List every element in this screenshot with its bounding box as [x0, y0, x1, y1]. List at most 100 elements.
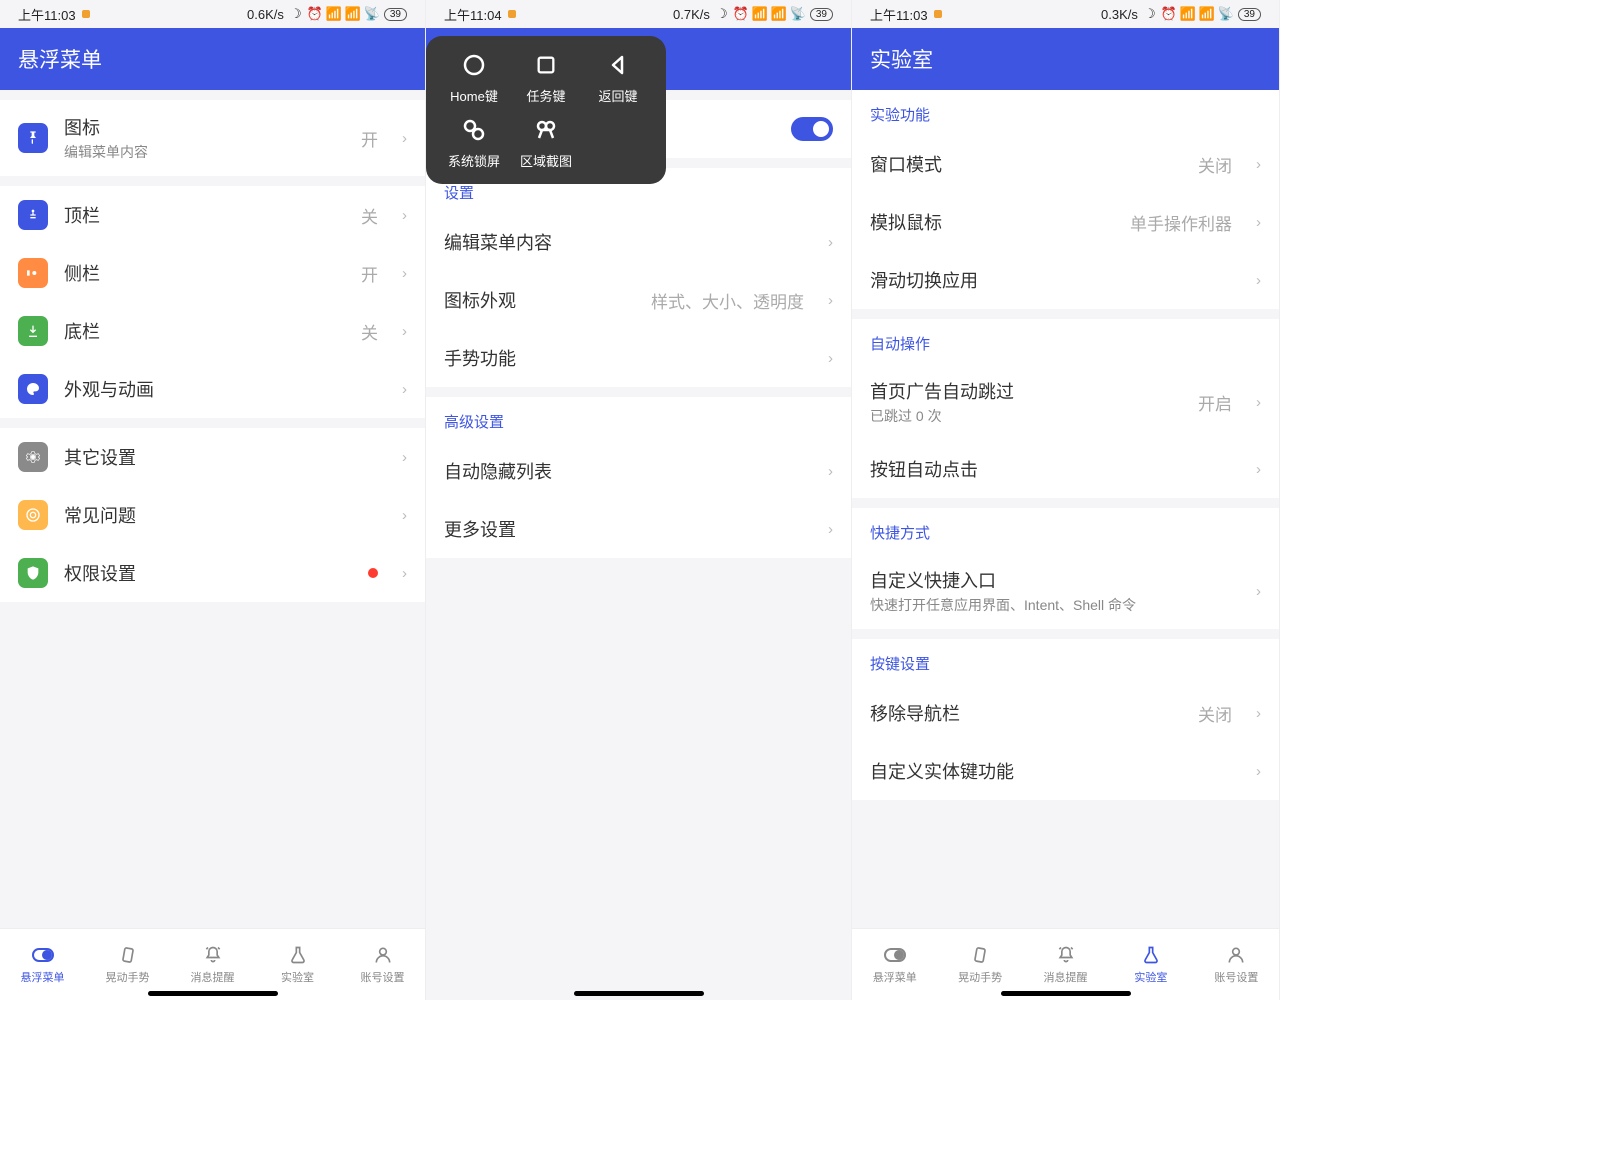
- chevron-right-icon: ›: [1256, 763, 1261, 780]
- item-icon-appearance[interactable]: 图标外观 样式、大小、透明度 ›: [426, 271, 851, 329]
- flask-icon: [1140, 944, 1162, 966]
- status-time: 上午11:03: [18, 5, 76, 24]
- item-remove-navbar[interactable]: 移除导航栏 关闭 ›: [852, 684, 1279, 742]
- nav-account[interactable]: 账号设置: [340, 929, 425, 1000]
- signal-icon: 📶: [1200, 7, 1214, 21]
- item-sidebar[interactable]: 侧栏 开 ›: [0, 244, 425, 302]
- item-auto-hide[interactable]: 自动隐藏列表 ›: [426, 442, 851, 500]
- wifi-icon: 📡: [791, 7, 805, 21]
- status-time: 上午11:04: [444, 5, 502, 24]
- nav-label: 晃动手势: [958, 969, 1002, 985]
- item-custom-key[interactable]: 自定义实体键功能 ›: [852, 742, 1279, 800]
- nav-floating-menu[interactable]: 悬浮菜单: [852, 929, 937, 1000]
- popup-label: Home键: [450, 86, 498, 105]
- battery-icon: 39: [384, 8, 407, 21]
- chevron-right-icon: ›: [402, 265, 407, 282]
- item-value: 样式、大小、透明度: [651, 288, 804, 313]
- shield-icon: [18, 558, 48, 588]
- home-indicator: [148, 991, 278, 996]
- nav-lab[interactable]: 实验室: [1108, 929, 1193, 1000]
- bell-icon: [1055, 944, 1077, 966]
- item-title: 底栏: [64, 318, 345, 344]
- user-icon: [372, 944, 394, 966]
- nav-label: 实验室: [1134, 969, 1167, 985]
- item-value: 关闭: [1198, 152, 1232, 177]
- status-bar: 上午11:03 0.6K/s ☽ ⏰ 📶 📶 📡 39: [0, 0, 425, 28]
- nav-lab[interactable]: 实验室: [255, 929, 340, 1000]
- toggle-icon: [32, 944, 54, 966]
- item-ad-skip[interactable]: 首页广告自动跳过 已跳过 0 次 开启 ›: [852, 364, 1279, 440]
- item-auto-click[interactable]: 按钮自动点击 ›: [852, 440, 1279, 498]
- item-title: 顶栏: [64, 202, 345, 228]
- back-key-icon: [603, 50, 633, 80]
- item-appearance[interactable]: 外观与动画 ›: [0, 360, 425, 418]
- shake-icon: [969, 944, 991, 966]
- item-permissions[interactable]: 权限设置 ›: [0, 544, 425, 602]
- popup-label: 区域截图: [520, 151, 572, 170]
- floating-popup[interactable]: Home键 任务键 返回键 系统锁屏 区域截图: [426, 36, 666, 184]
- item-edit-menu[interactable]: 编辑菜单内容 ›: [426, 213, 851, 271]
- nav-label: 晃动手势: [106, 969, 150, 985]
- item-custom-shortcut[interactable]: 自定义快捷入口 快速打开任意应用界面、Intent、Shell 命令 ›: [852, 553, 1279, 629]
- item-bottombar[interactable]: 底栏 关 ›: [0, 302, 425, 360]
- header: 悬浮菜单: [0, 28, 425, 90]
- popup-tasks[interactable]: 任务键: [512, 50, 580, 105]
- item-title: 常见问题: [64, 502, 378, 528]
- dnd-icon: ☽: [289, 7, 303, 21]
- screen-lab: 上午11:03 0.3K/s ☽ ⏰ 📶 📶 📡 39 实验室 实验功能 窗口模…: [852, 0, 1280, 1000]
- shake-icon: [117, 944, 139, 966]
- user-icon: [1225, 944, 1247, 966]
- chevron-right-icon: ›: [828, 521, 833, 538]
- section-label-keys: 按键设置: [852, 639, 1279, 684]
- chevron-right-icon: ›: [828, 350, 833, 367]
- signal-icon: 📶: [346, 7, 360, 21]
- bottom-nav: 悬浮菜单 晃动手势 消息提醒 实验室 账号设置: [852, 928, 1279, 1000]
- battery-icon: 39: [810, 8, 833, 21]
- item-icon[interactable]: 图标 编辑菜单内容 开 ›: [0, 100, 425, 176]
- item-value: 关闭: [1198, 701, 1232, 726]
- item-title: 图标: [64, 114, 345, 140]
- item-swipe-switch[interactable]: 滑动切换应用 ›: [852, 251, 1279, 309]
- item-other-settings[interactable]: 其它设置 ›: [0, 428, 425, 486]
- alert-dot: [368, 568, 378, 578]
- popup-label: 系统锁屏: [448, 151, 500, 170]
- nav-gesture[interactable]: 晃动手势: [85, 929, 170, 1000]
- page-title: 悬浮菜单: [18, 44, 102, 74]
- nav-label: 悬浮菜单: [873, 969, 917, 985]
- chevron-right-icon: ›: [828, 292, 833, 309]
- item-gesture-function[interactable]: 手势功能 ›: [426, 329, 851, 387]
- popup-screenshot[interactable]: 区域截图: [512, 115, 580, 170]
- nav-notify[interactable]: 消息提醒: [170, 929, 255, 1000]
- item-mouse-sim[interactable]: 模拟鼠标 单手操作利器 ›: [852, 193, 1279, 251]
- chevron-right-icon: ›: [1256, 705, 1261, 722]
- status-bar: 上午11:04 0.7K/s ☽ ⏰ 📶 📶 📡 39: [426, 0, 851, 28]
- item-window-mode[interactable]: 窗口模式 关闭 ›: [852, 135, 1279, 193]
- item-title: 其它设置: [64, 444, 378, 470]
- popup-back[interactable]: 返回键: [584, 50, 652, 105]
- nav-floating-menu[interactable]: 悬浮菜单: [0, 929, 85, 1000]
- popup-lock[interactable]: 系统锁屏: [440, 115, 508, 170]
- item-value: 开: [361, 261, 378, 286]
- section-label-shortcut: 快捷方式: [852, 508, 1279, 553]
- network-speed: 0.6K/s: [247, 7, 284, 22]
- palette-icon: [18, 374, 48, 404]
- chevron-right-icon: ›: [1256, 272, 1261, 289]
- item-faq[interactable]: 常见问题 ›: [0, 486, 425, 544]
- popup-home[interactable]: Home键: [440, 50, 508, 105]
- nav-gesture[interactable]: 晃动手势: [937, 929, 1022, 1000]
- nav-account[interactable]: 账号设置: [1194, 929, 1279, 1000]
- recording-icon: [82, 10, 90, 18]
- item-value: 关: [361, 203, 378, 228]
- nav-label: 实验室: [281, 969, 314, 985]
- signal-icon: 📶: [327, 7, 341, 21]
- toggle-switch[interactable]: [791, 117, 833, 141]
- item-topbar[interactable]: 顶栏 关 ›: [0, 186, 425, 244]
- sidebar-icon: [18, 258, 48, 288]
- item-subtitle: 已跳过 0 次: [870, 406, 1182, 426]
- chevron-right-icon: ›: [402, 381, 407, 398]
- item-title: 编辑菜单内容: [444, 229, 804, 255]
- item-more-settings[interactable]: 更多设置 ›: [426, 500, 851, 558]
- network-speed: 0.3K/s: [1101, 7, 1138, 22]
- item-title: 窗口模式: [870, 151, 1182, 177]
- nav-notify[interactable]: 消息提醒: [1023, 929, 1108, 1000]
